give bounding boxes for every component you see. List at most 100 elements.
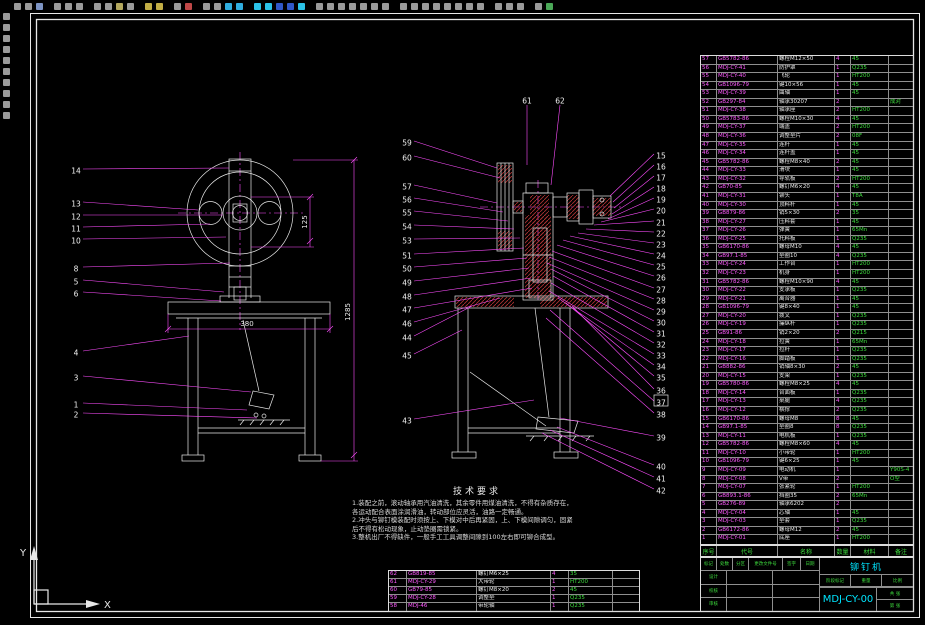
- bom-cell: 28: [701, 304, 717, 312]
- bom-cell: 1: [835, 389, 851, 398]
- construction-line-icon[interactable]: [2, 35, 10, 42]
- bom-cell: GB5783-86: [717, 115, 778, 124]
- callout-number: 12: [71, 213, 81, 222]
- undo-icon[interactable]: [145, 2, 152, 10]
- circle-icon[interactable]: [338, 2, 345, 10]
- leader-line: [82, 402, 248, 411]
- bom-cell: 导轨板: [778, 175, 835, 184]
- offset-icon[interactable]: [433, 2, 440, 10]
- move-icon[interactable]: [455, 2, 462, 10]
- bom-cell: 2: [835, 407, 851, 415]
- bom-cell: [851, 501, 889, 509]
- paste-icon[interactable]: [116, 2, 123, 10]
- bom-cell: [613, 603, 639, 611]
- cut-icon[interactable]: [94, 2, 101, 10]
- zoom-window-icon[interactable]: [225, 2, 232, 10]
- bom-cell: 44: [701, 167, 717, 175]
- bom-cell: MDJ-CY-03: [717, 518, 778, 526]
- bom-cell: 21: [701, 364, 717, 372]
- line-tool-icon[interactable]: [2, 24, 10, 31]
- hatch-icon[interactable]: [371, 2, 378, 10]
- bom-cell: MDJ-CY-07: [717, 484, 778, 492]
- match-properties-icon[interactable]: [127, 2, 134, 10]
- erase-icon[interactable]: [400, 2, 407, 10]
- trim-icon[interactable]: [477, 2, 484, 10]
- plot-icon[interactable]: [54, 2, 61, 10]
- zoom-realtime-icon[interactable]: [214, 2, 221, 10]
- layer-state-swatch[interactable]: [265, 2, 272, 10]
- spelling-icon[interactable]: [76, 2, 83, 10]
- lineweight-control-icon[interactable]: [298, 2, 305, 10]
- new-file-icon[interactable]: [14, 2, 21, 10]
- bom-cell: 张紧轮: [778, 484, 835, 492]
- polyline-icon[interactable]: [327, 2, 334, 10]
- bom-row: 21 GB882-86 销轴8×30 2 45: [701, 364, 913, 373]
- bom-cell: [889, 167, 913, 175]
- rectangle-icon[interactable]: [360, 2, 367, 10]
- bom-cell: MDJ-CY-26: [717, 227, 778, 235]
- select-icon[interactable]: [2, 13, 10, 20]
- bom-row: 38 MDJ-CY-27 压料套 1 45: [701, 218, 913, 228]
- bom-cell: 2: [551, 587, 569, 594]
- bom-cell: 顶料杆: [778, 201, 835, 210]
- bom-cell: 4: [835, 244, 851, 252]
- arc-tool-icon[interactable]: [2, 68, 10, 75]
- bom-cell: 2: [701, 526, 717, 535]
- rectangle-tool-icon[interactable]: [2, 79, 10, 86]
- bom-cell: HT200: [851, 484, 889, 492]
- redo-icon[interactable]: [156, 2, 163, 10]
- bom-cell: 45: [569, 587, 613, 594]
- circle-tool-icon[interactable]: [2, 57, 10, 64]
- callout-number: 30: [656, 319, 666, 328]
- callout-number: 35: [656, 374, 666, 383]
- save-icon[interactable]: [36, 2, 43, 10]
- callout-number: 46: [402, 320, 412, 329]
- zoom-previous-icon[interactable]: [236, 2, 243, 10]
- bom-cell: 螺栓M12×50: [778, 56, 835, 64]
- dimension-linear-icon[interactable]: [495, 2, 502, 10]
- copy-object-icon[interactable]: [411, 2, 418, 10]
- array-icon[interactable]: [444, 2, 451, 10]
- copy-icon[interactable]: [105, 2, 112, 10]
- bom-cell: 59: [389, 595, 407, 602]
- dimension-radius-icon[interactable]: [506, 2, 513, 10]
- bom-cell: MDJ-CY-27: [717, 218, 778, 227]
- arc-icon[interactable]: [349, 2, 356, 10]
- bom-cell: MDJ-CY-04: [717, 509, 778, 518]
- bom-cell: MDJ-CY-30: [717, 201, 778, 210]
- bom-cell: [889, 56, 913, 64]
- color-control-swatch[interactable]: [276, 2, 283, 10]
- bom-cell: [613, 595, 639, 602]
- callout-number: 44: [402, 334, 412, 343]
- open-file-icon[interactable]: [25, 2, 32, 10]
- line-icon[interactable]: [316, 2, 323, 10]
- hatch-tool-icon[interactable]: [2, 90, 10, 97]
- bom-cell: 键8×40: [778, 304, 835, 312]
- object-snap-icon[interactable]: [185, 2, 192, 10]
- dimension-style-icon[interactable]: [517, 2, 524, 10]
- layer-properties-icon[interactable]: [254, 2, 261, 10]
- mtext-icon[interactable]: [382, 2, 389, 10]
- pan-realtime-icon[interactable]: [203, 2, 210, 10]
- callout-number: 61: [522, 97, 532, 106]
- bom-cell: 1: [835, 449, 851, 458]
- bom-cell: 1: [835, 81, 851, 90]
- titleblock-label-count: 处数: [717, 558, 733, 572]
- print-preview-icon[interactable]: [65, 2, 72, 10]
- bom-cell: 65Mn: [851, 227, 889, 235]
- linetype-control-icon[interactable]: [287, 2, 294, 10]
- bom-cell: 螺栓M8×60: [778, 441, 835, 449]
- titleblock-field: [773, 571, 819, 585]
- erase-tool-icon[interactable]: [2, 112, 10, 119]
- dimension-texts: 380 1285 125: [240, 215, 352, 328]
- bom-cell: MDJ-46: [407, 603, 477, 611]
- rotate-icon[interactable]: [466, 2, 473, 10]
- help-icon[interactable]: [546, 2, 553, 10]
- properties-icon[interactable]: [535, 2, 542, 10]
- polyline-tool-icon[interactable]: [2, 46, 10, 53]
- bom-cell: MDJ-CY-22: [717, 287, 778, 295]
- text-tool-icon[interactable]: [2, 101, 10, 108]
- bom-cell: 2: [835, 364, 851, 372]
- mirror-icon[interactable]: [422, 2, 429, 10]
- insert-hyperlink-icon[interactable]: [174, 2, 181, 10]
